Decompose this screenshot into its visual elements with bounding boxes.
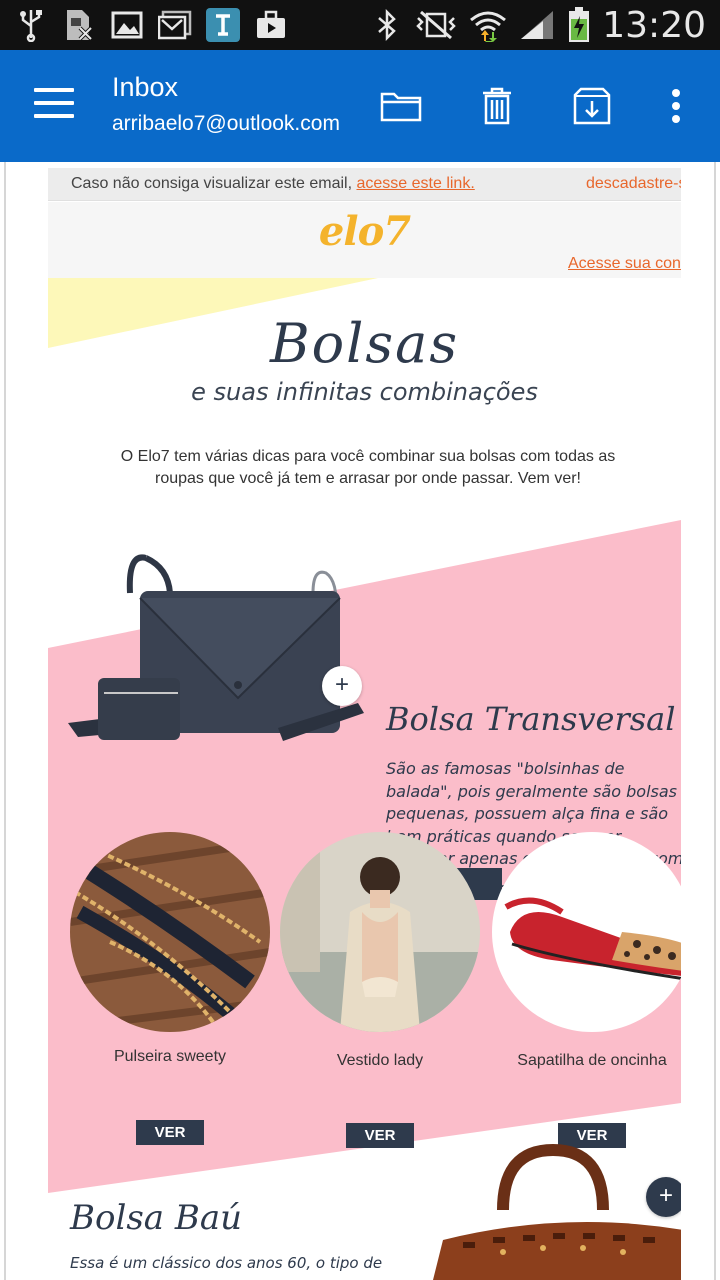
briefcase-icon — [254, 8, 288, 42]
bluetooth-icon — [370, 8, 404, 42]
section-bau-description: Essa é um clássico dos anos 60, o tipo d… — [70, 1254, 383, 1272]
elo7-logo[interactable]: elo7 — [48, 208, 681, 255]
app-bar: Inbox arribaelo7@outlook.com — [0, 50, 720, 162]
email-icon — [158, 8, 192, 42]
email-viewer[interactable]: Caso não consiga visualizar este email, … — [0, 162, 720, 1280]
more-vert-icon[interactable] — [653, 84, 699, 128]
menu-button[interactable] — [34, 88, 74, 120]
item-label: Vestido lady — [336, 1052, 424, 1069]
hero-subtitle: e suas infinitas combinações — [191, 378, 538, 406]
crossbody-bag-image[interactable] — [68, 553, 368, 773]
signal-icon — [518, 8, 556, 42]
battery-charging-icon — [566, 7, 592, 42]
feature-plus-button[interactable]: + — [322, 666, 362, 706]
item-shoe: Sapatilha de oncinha — [492, 832, 681, 1070]
shoe-image[interactable] — [492, 832, 681, 1032]
view-online-link[interactable]: acesse este link. — [356, 175, 474, 192]
item-dress: Vestido lady — [280, 832, 480, 1070]
hero-description: O Elo7 tem várias dicas para você combin… — [120, 448, 616, 487]
usb-icon — [14, 8, 48, 42]
folder-title: Inbox — [112, 72, 179, 102]
account-link[interactable]: Acesse sua con — [568, 255, 681, 273]
preheader: Caso não consiga visualizar este email, … — [48, 168, 681, 201]
frame-border-left — [4, 162, 6, 1280]
item-ver-button[interactable]: VER — [346, 1123, 414, 1148]
archive-icon[interactable] — [569, 84, 615, 128]
logo-band: elo7 Acesse sua con — [48, 202, 681, 278]
item-bracelet: Pulseira sweety — [70, 832, 270, 1066]
section-bau-plus-button[interactable]: + — [646, 1177, 681, 1217]
account-email: arribaelo7@outlook.com — [112, 112, 340, 135]
trash-icon[interactable] — [474, 84, 520, 128]
sim-missing-icon — [62, 8, 96, 42]
item-label: Pulseira sweety — [113, 1048, 227, 1065]
preheader-text: Caso não consiga visualizar este email, … — [71, 175, 475, 192]
frame-border-right — [714, 162, 716, 1280]
hero-title: Bolsas — [269, 312, 460, 375]
bracelet-image[interactable] — [70, 832, 270, 1032]
wifi-icon — [468, 8, 508, 42]
bau-bag-image[interactable] — [433, 1140, 681, 1280]
folder-icon[interactable] — [378, 84, 424, 128]
vibrate-icon — [414, 8, 458, 42]
feature-title: Bolsa Transversal — [386, 700, 676, 738]
hero-section: Bolsas e suas infinitas combinações O El… — [48, 278, 681, 1278]
dress-image[interactable] — [280, 832, 480, 1032]
section-bau-title: Bolsa Baú — [70, 1198, 243, 1238]
item-ver-button[interactable]: VER — [136, 1120, 204, 1145]
item-label: Sapatilha de oncinha — [517, 1052, 667, 1069]
app-icon — [206, 8, 240, 42]
status-bar: 13:20 — [0, 0, 720, 50]
clock: 13:20 — [602, 4, 706, 46]
image-icon — [110, 8, 144, 42]
email-content: Caso não consiga visualizar este email, … — [48, 168, 681, 1280]
unsubscribe-link[interactable]: descadastre-s — [586, 175, 681, 193]
